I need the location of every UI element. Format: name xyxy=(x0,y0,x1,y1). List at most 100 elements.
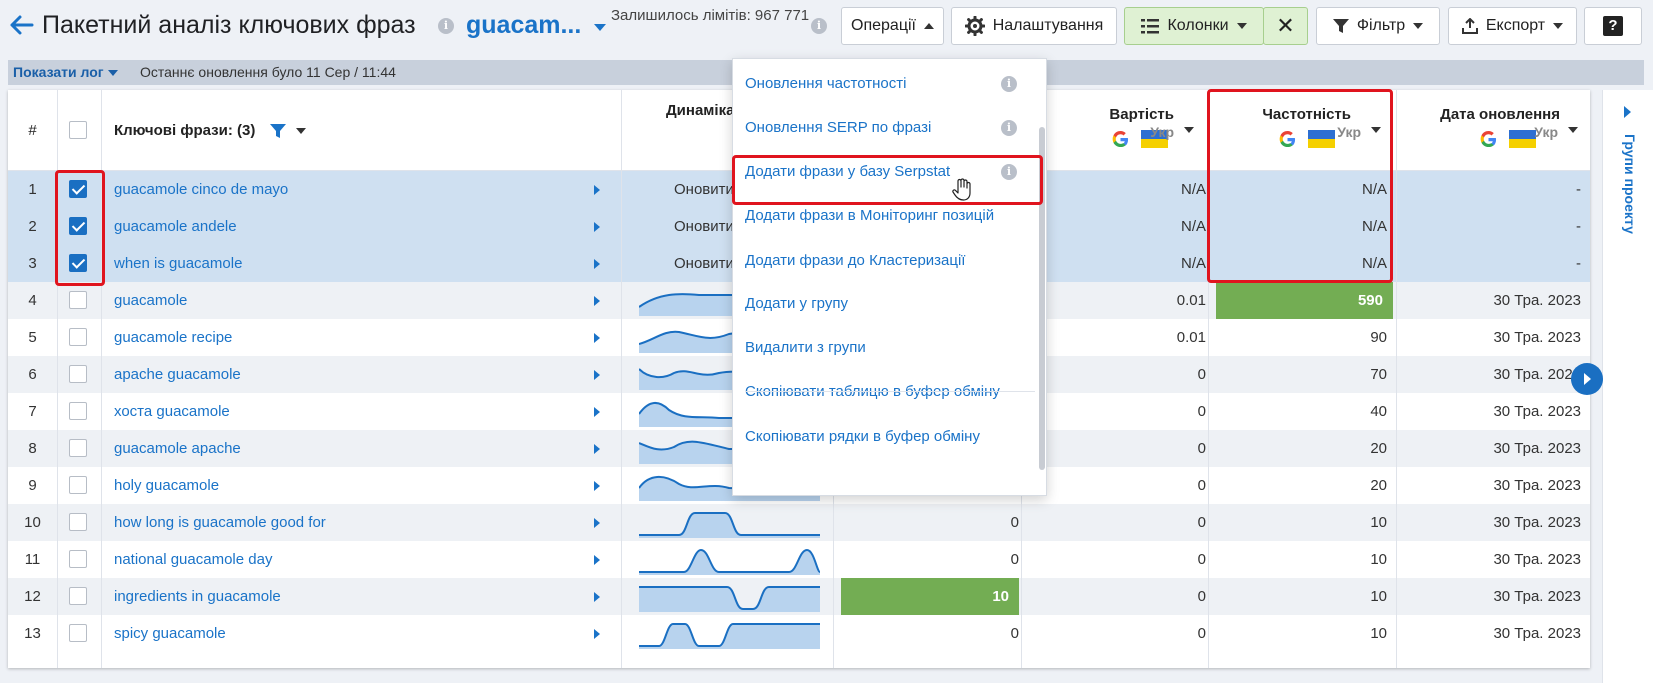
expand-row-icon[interactable] xyxy=(594,333,600,344)
dropdown-item[interactable]: Видалити з групи xyxy=(733,325,1033,371)
row-checkbox[interactable] xyxy=(69,254,87,272)
row-select-cell[interactable] xyxy=(57,467,101,504)
dropdown-item[interactable]: Додати фрази в Моніторинг позицій xyxy=(733,193,1033,239)
header-frequency[interactable]: Частотність Укр xyxy=(1216,90,1393,171)
expand-row-icon[interactable] xyxy=(594,370,600,381)
dropdown-item[interactable]: Додати фрази до Кластеризації xyxy=(733,238,1033,284)
filter-icon[interactable] xyxy=(269,123,286,139)
expand-row-icon[interactable] xyxy=(594,407,600,418)
sort-chevron-icon[interactable] xyxy=(1568,127,1578,133)
expand-row-icon[interactable] xyxy=(594,518,600,529)
expand-row-icon[interactable] xyxy=(594,444,600,455)
limits-info-icon[interactable]: i xyxy=(811,18,827,34)
dropdown-item[interactable]: Додати фрази у базу Serpstat i xyxy=(733,149,1033,195)
header-keywords[interactable]: Ключові фрази: (3) xyxy=(114,90,584,171)
keyword-link[interactable]: хоста guacamole xyxy=(114,393,574,430)
row-checkbox[interactable] xyxy=(69,439,87,457)
row-checkbox[interactable] xyxy=(69,624,87,642)
keyword-link[interactable]: national guacamole day xyxy=(114,541,574,578)
row-select-cell[interactable] xyxy=(57,541,101,578)
expand-row-icon[interactable] xyxy=(594,222,600,233)
row-select-cell[interactable] xyxy=(57,615,101,652)
keyword-link[interactable]: guacamole xyxy=(114,282,574,319)
expand-row-cell[interactable] xyxy=(594,245,604,282)
row-checkbox[interactable] xyxy=(69,550,87,568)
table-row[interactable]: 10 how long is guacamole good for 0 0 10 30 Т… xyxy=(8,504,1590,541)
keyword-link[interactable]: guacamole andele xyxy=(114,208,574,245)
header-select-all[interactable] xyxy=(57,90,101,171)
expand-row-cell[interactable] xyxy=(594,541,604,578)
dropdown-item[interactable]: Оновлення SERP по фразі i xyxy=(733,105,1033,151)
dropdown-scrollbar[interactable] xyxy=(1039,127,1045,470)
row-checkbox[interactable] xyxy=(69,476,87,494)
row-select-cell[interactable] xyxy=(57,578,101,615)
expand-row-cell[interactable] xyxy=(594,282,604,319)
scroll-right-button[interactable] xyxy=(1571,363,1603,395)
row-select-cell[interactable] xyxy=(57,319,101,356)
row-select-cell[interactable] xyxy=(57,504,101,541)
keyword-link[interactable]: guacamole recipe xyxy=(114,319,574,356)
expand-row-icon[interactable] xyxy=(594,555,600,566)
expand-panel-icon[interactable] xyxy=(1624,106,1631,118)
expand-row-icon[interactable] xyxy=(594,481,600,492)
expand-row-cell[interactable] xyxy=(594,208,604,245)
keyword-link[interactable]: guacamole cinco de mayo xyxy=(114,171,574,208)
dropdown-item[interactable]: Додати у групу xyxy=(733,281,1033,327)
row-select-cell[interactable] xyxy=(57,282,101,319)
expand-row-cell[interactable] xyxy=(594,356,604,393)
sort-chevron-icon[interactable] xyxy=(1184,127,1194,133)
keyword-link[interactable]: apache guacamole xyxy=(114,356,574,393)
back-arrow-icon[interactable] xyxy=(8,12,34,38)
row-select-cell[interactable] xyxy=(57,393,101,430)
header-dynamics[interactable]: Динаміка xyxy=(666,102,736,122)
dropdown-item[interactable]: Скопіювати таблицю в буфер обміну xyxy=(733,369,1033,415)
expand-row-cell[interactable] xyxy=(594,615,604,652)
dropdown-item[interactable]: Оновлення частотності i xyxy=(733,61,1033,107)
columns-button[interactable]: Колонки xyxy=(1124,7,1264,45)
expand-row-cell[interactable] xyxy=(594,430,604,467)
keyword-link[interactable]: guacamole apache xyxy=(114,430,574,467)
keyword-link[interactable]: spicy guacamole xyxy=(114,615,574,652)
row-select-cell[interactable] xyxy=(57,430,101,467)
sort-chevron-icon[interactable] xyxy=(295,128,306,135)
sort-chevron-icon[interactable] xyxy=(1371,127,1381,133)
info-icon[interactable]: i xyxy=(1001,120,1017,136)
table-row[interactable]: 12 ingredients in guacamole 10 0 10 30 Тра. 2… xyxy=(8,578,1590,615)
expand-row-icon[interactable] xyxy=(594,629,600,640)
keyword-link[interactable]: when is guacamole xyxy=(114,245,574,282)
expand-row-cell[interactable] xyxy=(594,393,604,430)
chevron-down-icon[interactable] xyxy=(594,24,606,31)
expand-row-icon[interactable] xyxy=(594,185,600,196)
update-link[interactable]: Оновити xyxy=(674,208,734,245)
header-cost[interactable]: Вартість Укр xyxy=(1028,90,1206,171)
row-checkbox[interactable] xyxy=(69,365,87,383)
project-groups-tab[interactable]: Групи проекту xyxy=(1602,134,1653,264)
operations-button[interactable]: Операції xyxy=(841,7,944,45)
settings-button[interactable]: Налаштування xyxy=(951,7,1117,45)
filter-button[interactable]: Фільтр xyxy=(1316,7,1440,45)
row-checkbox[interactable] xyxy=(69,587,87,605)
table-row[interactable]: 13 spicy guacamole 0 0 10 30 Тра. 2023 xyxy=(8,615,1590,652)
row-select-cell[interactable] xyxy=(57,356,101,393)
row-checkbox[interactable] xyxy=(69,513,87,531)
keyword-link[interactable]: holy guacamole xyxy=(114,467,574,504)
row-checkbox[interactable] xyxy=(69,402,87,420)
select-all-checkbox[interactable] xyxy=(69,121,87,139)
expand-row-cell[interactable] xyxy=(594,319,604,356)
info-icon[interactable]: i xyxy=(438,18,454,34)
expand-row-icon[interactable] xyxy=(594,259,600,270)
info-icon[interactable]: i xyxy=(1001,76,1017,92)
info-icon[interactable]: i xyxy=(1001,164,1017,180)
keyword-link[interactable]: how long is guacamole good for xyxy=(114,504,574,541)
expand-row-icon[interactable] xyxy=(594,592,600,603)
help-button[interactable]: ? xyxy=(1584,7,1642,45)
expand-row-cell[interactable] xyxy=(594,504,604,541)
update-link[interactable]: Оновити xyxy=(674,245,734,282)
header-updated[interactable]: Дата оновлення Укр xyxy=(1403,90,1590,171)
reset-columns-button[interactable]: ✕ xyxy=(1263,7,1308,45)
dropdown-item[interactable]: Скопіювати рядки в буфер обміну xyxy=(733,414,1033,460)
export-button[interactable]: Експорт xyxy=(1448,7,1577,45)
update-link[interactable]: Оновити xyxy=(674,171,734,208)
keyword-link[interactable]: ingredients in guacamole xyxy=(114,578,574,615)
show-log-toggle[interactable]: Показати лог xyxy=(13,60,118,85)
